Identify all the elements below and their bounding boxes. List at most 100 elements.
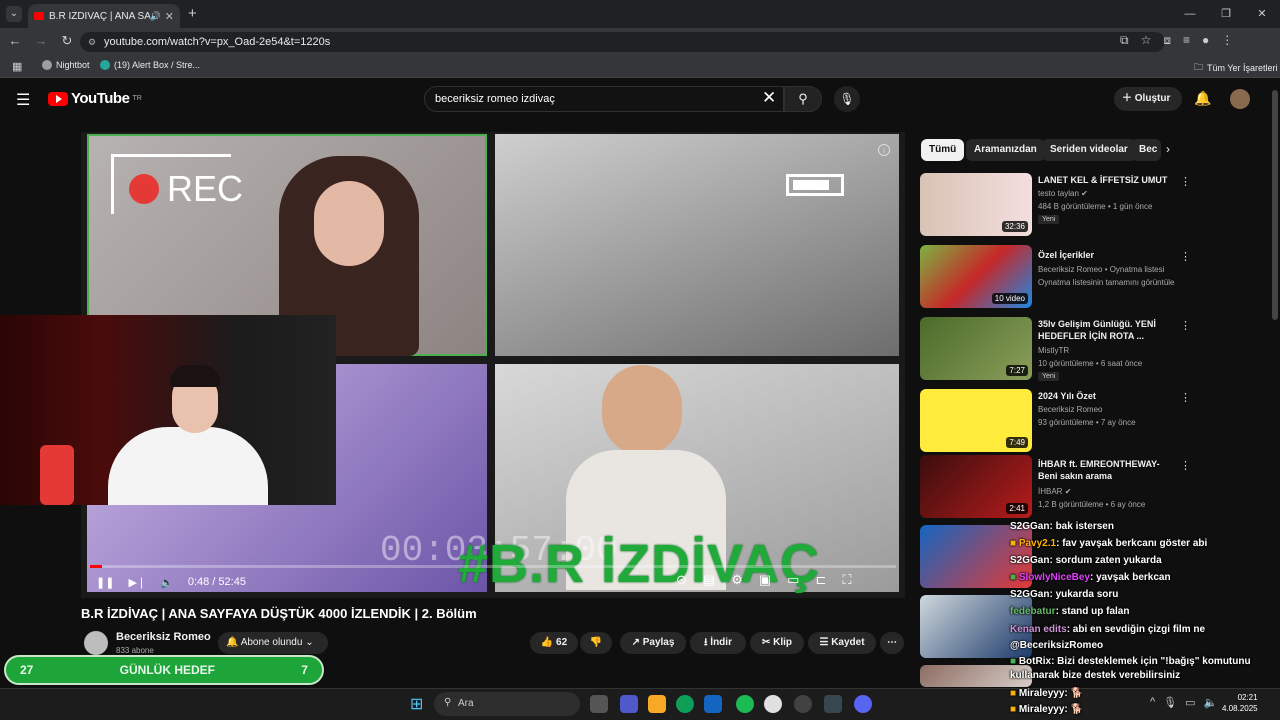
chrome-icon[interactable] — [764, 695, 782, 713]
bookmark-nightbot[interactable]: Nightbot — [42, 60, 90, 70]
rec-menu-icon[interactable]: ⋮ — [1180, 391, 1191, 404]
goal-label: GÜNLÜK HEDEF — [119, 663, 215, 677]
rec-menu-icon[interactable]: ⋮ — [1180, 250, 1191, 263]
rec-channel: Beceriksiz Romeo • Oynatma listesi — [1038, 265, 1165, 274]
network-icon[interactable]: ▭ — [1185, 696, 1195, 709]
account-avatar[interactable] — [1230, 89, 1250, 109]
close-window-icon[interactable]: ✕ — [1244, 0, 1280, 28]
taskbar-clock[interactable]: 02:21 4.08.2025 — [1222, 692, 1258, 714]
store-icon[interactable] — [704, 695, 722, 713]
active-tab[interactable]: B.R İZDİVAÇ | ANA SAYFAYA 🔊 ✕ — [28, 4, 180, 28]
chevron-right-icon[interactable]: › — [1166, 142, 1170, 156]
profile-icon[interactable]: ● — [1202, 33, 1209, 48]
site-info-icon[interactable]: ⚙ — [88, 37, 96, 48]
edge-icon[interactable] — [676, 695, 694, 713]
settings-gear-icon[interactable]: ⚙ — [731, 572, 743, 588]
microphone-icon[interactable]: 🎙 — [834, 86, 860, 112]
address-bar[interactable]: youtube.com/watch?v=px_Oad-2e54&t=1220s — [80, 32, 1165, 52]
create-button[interactable]: ＋ Oluştur — [1114, 87, 1182, 111]
chip-all[interactable]: Tümü — [921, 139, 965, 161]
cast-icon[interactable]: ⊏ — [815, 572, 826, 588]
bookmark-star-icon[interactable]: ☆ — [1141, 33, 1152, 48]
all-bookmarks[interactable]: 🗀 Tüm Yer İşaretleri — [1194, 60, 1278, 76]
rec-thumbnail[interactable]: 7:49 — [920, 389, 1032, 452]
volume-tray-icon[interactable]: 🔈 — [1204, 696, 1218, 709]
rec-menu-icon[interactable]: ⋮ — [1180, 319, 1191, 332]
rec-title[interactable]: 35lv Gelişim Günlüğü. YENİ HEDEFLER İÇİN… — [1038, 318, 1170, 342]
rec-title[interactable]: LANET KEL & İFFETSİZ UMUT — [1038, 174, 1170, 186]
minimize-icon[interactable]: — — [1172, 0, 1208, 28]
goal-target: 7 — [301, 663, 308, 677]
discord-icon[interactable] — [854, 695, 872, 713]
forward-arrow-icon[interactable]: → — [32, 33, 50, 49]
speaker-icon[interactable]: 🔊 — [150, 11, 161, 22]
more-actions-icon[interactable]: ⋯ — [880, 632, 904, 654]
like-button[interactable]: 👍 62 — [530, 632, 578, 654]
rec-title[interactable]: Özel İçerikler — [1038, 249, 1170, 261]
folder-icon: 🗀 — [1194, 62, 1204, 72]
clear-search-icon[interactable]: ✕ — [762, 88, 776, 108]
pause-icon[interactable]: ❚❚ — [96, 576, 114, 589]
search-input[interactable]: beceriksiz romeo izdivaç — [424, 86, 784, 112]
share-button[interactable]: ↗ Paylaş — [620, 632, 686, 654]
taskbar-search[interactable]: Ara — [434, 692, 580, 716]
rec-menu-icon[interactable]: ⋮ — [1180, 459, 1191, 472]
theater-mode-icon[interactable]: ▭ — [787, 572, 799, 588]
reload-icon[interactable]: ↻ — [58, 33, 76, 49]
chip-channel[interactable]: Bec — [1131, 139, 1161, 161]
chat-message: fedebatur: stand up falan — [1010, 606, 1130, 617]
app-icon[interactable] — [824, 695, 842, 713]
page-scrollbar[interactable] — [1272, 90, 1278, 320]
fullscreen-icon[interactable]: ⛶ — [842, 572, 851, 588]
save-button[interactable]: ☰ Kaydet — [808, 632, 876, 654]
rec-title[interactable]: 2024 Yılı Özet — [1038, 390, 1170, 402]
search-icon[interactable]: ⚲ — [784, 86, 822, 112]
bookmark-alert-box[interactable]: (19) Alert Box / Stre... — [100, 60, 200, 70]
rec-thumbnail[interactable]: 10 video — [920, 245, 1032, 308]
miniplayer-icon[interactable]: ▣ — [759, 572, 771, 588]
chip-from-search[interactable]: Aramanızdan — [966, 139, 1045, 161]
subtitles-icon[interactable]: ▤ — [703, 572, 715, 588]
rec-meta[interactable]: Oynatma listesinin tamamını görüntüle — [1038, 277, 1175, 289]
chat-message: ■ Miraleyyy: 🐕 — [1010, 704, 1083, 715]
tab-search-chevron-icon[interactable]: ⌄ — [6, 6, 22, 22]
dislike-button[interactable]: 👎 — [580, 632, 612, 654]
rec-menu-icon[interactable]: ⋮ — [1180, 175, 1191, 188]
clip-button[interactable]: ✂ Klip — [750, 632, 804, 654]
channel-avatar[interactable] — [84, 631, 108, 655]
youtube-logo[interactable]: YouTube TR — [48, 90, 142, 107]
mic-tray-icon[interactable]: 🎙 — [1163, 696, 1177, 709]
tray-chevron-icon[interactable]: ^ — [1150, 696, 1155, 709]
file-explorer-icon[interactable] — [648, 695, 666, 713]
notifications-bell-icon[interactable]: 🔔 — [1194, 90, 1211, 107]
extensions-icon[interactable]: ⧈ — [1163, 33, 1171, 48]
progress-bar[interactable] — [90, 565, 896, 568]
rec-thumbnail[interactable]: 32:36 — [920, 173, 1032, 236]
teams-icon[interactable] — [620, 695, 638, 713]
back-arrow-icon[interactable]: ← — [6, 33, 24, 49]
chip-series-videos[interactable]: Seriden videolar — [1042, 139, 1136, 161]
rec-title[interactable]: İHBAR ft. EMREONTHEWAY- Beni sakın arama — [1038, 458, 1170, 482]
hamburger-menu-icon[interactable]: ☰ — [16, 90, 30, 110]
next-icon[interactable]: ▶❘ — [128, 576, 146, 589]
menu-kebab-icon[interactable]: ⋮ — [1221, 33, 1233, 48]
install-app-icon[interactable]: ⧉ — [1120, 33, 1129, 48]
subscribed-button[interactable]: 🔔 Abone olundu ⌄ — [218, 632, 328, 654]
download-button[interactable]: ⭳ İndir — [690, 632, 746, 654]
subscriber-count: 833 abone — [116, 646, 154, 655]
rec-thumbnail[interactable]: 2:41 — [920, 455, 1032, 518]
apps-grid-icon[interactable]: ▦ — [12, 60, 22, 73]
volume-icon[interactable]: 🔈 — [160, 576, 174, 589]
rec-thumbnail[interactable]: 7:27 — [920, 317, 1032, 380]
channel-name[interactable]: Beceriksiz Romeo — [116, 631, 211, 643]
info-icon[interactable]: i — [878, 144, 890, 156]
spotify-icon[interactable] — [736, 695, 754, 713]
obs-icon[interactable] — [794, 695, 812, 713]
close-tab-icon[interactable]: ✕ — [165, 10, 174, 23]
start-windows-icon[interactable]: ⊞ — [410, 694, 423, 714]
maximize-icon[interactable]: ❐ — [1208, 0, 1244, 28]
new-tab-plus-icon[interactable]: + — [188, 5, 197, 22]
task-view-icon[interactable] — [590, 695, 608, 713]
autoplay-toggle-icon[interactable]: ⊙ — [676, 572, 687, 588]
media-controls-icon[interactable]: ≡ — [1183, 33, 1190, 48]
